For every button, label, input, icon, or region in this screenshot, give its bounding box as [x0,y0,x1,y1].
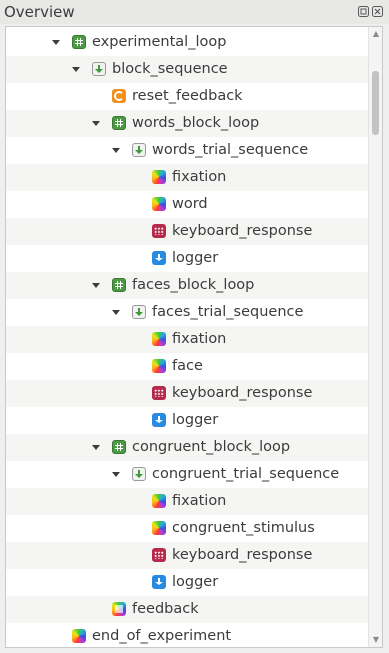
tree-item[interactable]: logger [6,407,368,434]
sequence-icon [132,143,146,157]
tree-item-label: faces_block_loop [132,277,255,293]
keyboard-icon [152,548,166,562]
tree-item[interactable]: experimental_loop [6,29,368,56]
tree-item-label: end_of_experiment [92,628,232,644]
expand-arrow-icon[interactable] [112,310,120,315]
tree-item[interactable]: logger [6,245,368,272]
expand-arrow-icon[interactable] [92,121,100,126]
keyboard-icon [152,386,166,400]
tree-item-label: fixation [172,493,227,509]
expand-arrow-icon[interactable] [52,40,60,45]
tree-item-label: logger [172,250,219,266]
logger-icon [152,575,166,589]
logger-icon [152,413,166,427]
float-panel-icon[interactable] [358,6,369,17]
tree-item-label: congruent_stimulus [172,520,315,536]
tree-item[interactable]: fixation [6,164,368,191]
tree-item-label: experimental_loop [92,34,227,50]
tree-item-label: keyboard_response [172,385,313,401]
tree-item-label: words_block_loop [132,115,260,131]
tree-item[interactable]: block_sequence [6,56,368,83]
sketchpad-icon [152,197,166,211]
loop-icon [112,278,126,292]
tree-item-label: keyboard_response [172,223,313,239]
sketchpad-icon [152,170,166,184]
expand-arrow-icon[interactable] [112,472,120,477]
tree-item[interactable]: feedback [6,596,368,623]
tree-item[interactable]: congruent_block_loop [6,434,368,461]
tree-item-label: word [172,196,208,212]
tree-item[interactable]: logger [6,569,368,596]
tree-item-label: keyboard_response [172,547,313,563]
expand-arrow-icon[interactable] [92,283,100,288]
tree-item[interactable]: fixation [6,488,368,515]
tree-item-label: congruent_block_loop [132,439,291,455]
tree-item[interactable]: faces_block_loop [6,272,368,299]
sketchpad-icon [152,332,166,346]
tree-item[interactable]: end_of_experiment [6,623,368,647]
loop-icon [72,35,86,49]
sketchpad-icon [152,359,166,373]
feedback-icon [112,602,126,616]
tree-item-label: fixation [172,331,227,347]
tree-item[interactable]: fixation [6,326,368,353]
logger-icon [152,251,166,265]
reset-feedback-icon [112,89,126,103]
tree-item-label: fixation [172,169,227,185]
sequence-icon [132,305,146,319]
tree-item-label: face [172,358,203,374]
tree-item[interactable]: keyboard_response [6,542,368,569]
sketchpad-icon [152,494,166,508]
sketchpad-icon [152,521,166,535]
overview-tree[interactable]: experimental_loop block_sequence reset_fee… [5,26,383,648]
scroll-down-arrow-icon[interactable]: ▼ [370,634,382,646]
tree-item[interactable]: reset_feedback [6,83,368,110]
scrollbar-thumb[interactable] [372,71,379,135]
tree-item-label: faces_trial_sequence [152,304,304,320]
tree-item[interactable]: congruent_stimulus [6,515,368,542]
tree-item[interactable]: words_trial_sequence [6,137,368,164]
tree-item-label: logger [172,412,219,428]
tree-item[interactable]: keyboard_response [6,380,368,407]
panel-titlebar: Overview [0,0,389,24]
tree-item[interactable]: faces_trial_sequence [6,299,368,326]
panel-title: Overview [4,3,75,21]
keyboard-icon [152,224,166,238]
tree-item-label: logger [172,574,219,590]
tree-item[interactable]: words_block_loop [6,110,368,137]
tree-item[interactable]: keyboard_response [6,218,368,245]
expand-arrow-icon[interactable] [72,67,80,72]
scroll-up-arrow-icon[interactable]: ▲ [370,28,382,40]
tree-item[interactable]: face [6,353,368,380]
tree-item[interactable]: word [6,191,368,218]
sequence-icon [92,62,106,76]
vertical-scrollbar[interactable]: ▲ ▼ [368,27,382,647]
sequence-icon [132,467,146,481]
close-panel-icon[interactable] [372,6,383,17]
tree-item-label: words_trial_sequence [152,142,309,158]
expand-arrow-icon[interactable] [92,445,100,450]
tree-item-label: reset_feedback [132,88,243,104]
expand-arrow-icon[interactable] [112,148,120,153]
tree-item-label: feedback [132,601,199,617]
tree-item[interactable]: congruent_trial_sequence [6,461,368,488]
loop-icon [112,116,126,130]
loop-icon [112,440,126,454]
sketchpad-icon [72,629,86,643]
tree-item-label: congruent_trial_sequence [152,466,340,482]
tree-item-label: block_sequence [112,61,228,77]
